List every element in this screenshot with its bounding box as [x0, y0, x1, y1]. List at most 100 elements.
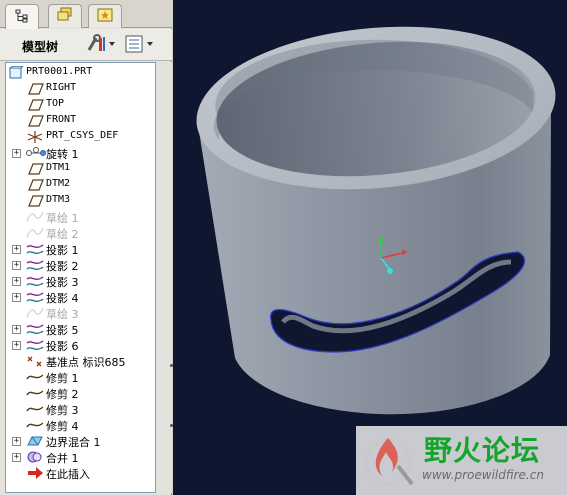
expand-icon[interactable]: + [12, 261, 21, 270]
tree-item[interactable]: + 投影 5 [6, 321, 155, 337]
tree-item[interactable]: DTM3 [6, 193, 155, 209]
tree-item[interactable]: + 投影 6 [6, 337, 155, 353]
insert-here-icon [25, 466, 47, 480]
expand-icon[interactable]: + [12, 277, 21, 286]
tree-item[interactable]: + 投影 2 [6, 257, 155, 273]
folder-browser-icon [56, 7, 74, 26]
tree-settings-button[interactable] [86, 33, 116, 57]
tree-item[interactable]: + 合并 1 [6, 449, 155, 465]
model-tree-toolbar: 模型树 [0, 29, 172, 61]
tree-item-label: 修剪 4 [46, 420, 79, 433]
navigator-tab-strip [0, 0, 172, 29]
watermark-title: 野火论坛 [424, 434, 541, 467]
tree-item[interactable]: + 投影 4 [6, 289, 155, 305]
boundary-blend-icon [25, 434, 47, 448]
tree-item-label: 修剪 3 [46, 404, 79, 417]
revolve-icon [25, 146, 47, 160]
expand-icon[interactable]: + [12, 341, 21, 350]
tree-item[interactable]: 修剪 4 [6, 417, 155, 433]
tree-root[interactable]: PRT0001.PRT [6, 65, 155, 81]
tree-item[interactable]: + 边界混合 1 [6, 433, 155, 449]
model-tree-icon [15, 9, 29, 26]
projection-icon [25, 338, 47, 352]
tree-item-label: 投影 4 [46, 292, 79, 305]
flame-logo-icon [362, 432, 418, 493]
tree-item-label: PRT_CSYS_DEF [46, 130, 119, 141]
tree-item-label: 基准点 标识685 [46, 356, 126, 369]
forum-watermark: 野火论坛 www.proewildfire.cn [356, 426, 567, 495]
tree-item-label: 投影 1 [46, 244, 79, 257]
trim-icon [25, 402, 47, 416]
model-tree-title: 模型树 [22, 40, 59, 54]
expand-icon[interactable]: + [12, 325, 21, 334]
tree-item-label: 投影 2 [46, 260, 79, 273]
sketch-icon [25, 210, 47, 224]
projection-icon [25, 274, 47, 288]
tree-item[interactable]: 修剪 2 [6, 385, 155, 401]
tree-item[interactable]: + 投影 1 [6, 241, 155, 257]
expand-icon[interactable]: + [12, 437, 21, 446]
expand-icon[interactable]: + [12, 453, 21, 462]
tree-item-label: 合并 1 [46, 452, 79, 465]
expand-icon[interactable]: + [12, 293, 21, 302]
tree-item[interactable]: DTM1 [6, 161, 155, 177]
projection-icon [25, 242, 47, 256]
tree-item[interactable]: FRONT [6, 113, 155, 129]
tab-folder-browser[interactable] [48, 4, 82, 28]
merge-icon [25, 450, 47, 464]
tree-item-label: 草绘 3 [46, 308, 79, 321]
projection-icon [25, 258, 47, 272]
tree-item-label: 修剪 1 [46, 372, 79, 385]
datum-plane-icon [25, 114, 47, 128]
trim-icon [25, 386, 47, 400]
tree-item-label: 投影 6 [46, 340, 79, 353]
tree-item[interactable]: 基准点 标识685 [6, 353, 155, 369]
tree-root-label: PRT0001.PRT [26, 66, 93, 77]
tree-item[interactable]: RIGHT [6, 81, 155, 97]
coordinate-system-icon [25, 130, 47, 144]
tree-item[interactable]: 修剪 1 [6, 369, 155, 385]
tree-item[interactable]: 在此插入 [6, 465, 155, 481]
tree-item-label: DTM1 [46, 162, 71, 173]
tree-item[interactable]: DTM2 [6, 177, 155, 193]
tree-item-label: DTM3 [46, 194, 71, 205]
tree-item[interactable]: + 旋转 1 [6, 145, 155, 161]
watermark-url: www.proewildfire.cn [422, 468, 544, 482]
tree-item-label: 修剪 2 [46, 388, 79, 401]
datum-plane-icon [25, 178, 47, 192]
trim-icon [25, 418, 47, 432]
tree-settings-icon [86, 33, 116, 57]
tree-item[interactable]: 草绘 2 [6, 225, 155, 241]
datum-plane-icon [25, 162, 47, 176]
expand-icon[interactable]: + [12, 149, 21, 158]
sketch-icon [25, 306, 47, 320]
tree-item[interactable]: 修剪 3 [6, 401, 155, 417]
tree-item[interactable]: TOP [6, 97, 155, 113]
datum-plane-icon [25, 98, 47, 112]
datum-plane-icon [25, 82, 47, 96]
tree-item-label: 投影 5 [46, 324, 79, 337]
tree-item[interactable]: PRT_CSYS_DEF [6, 129, 155, 145]
expand-icon[interactable]: + [12, 245, 21, 254]
tree-item-label: TOP [46, 98, 65, 109]
cylinder-model[interactable] [173, 0, 567, 495]
tree-item[interactable]: 草绘 3 [6, 305, 155, 321]
tree-item[interactable]: + 投影 3 [6, 273, 155, 289]
trim-icon [25, 370, 47, 384]
datum-plane-icon [25, 194, 47, 208]
tree-item-label: 草绘 1 [46, 212, 79, 225]
graphics-window[interactable] [173, 0, 567, 495]
tab-favorites[interactable] [88, 4, 122, 28]
navigator-panel: 模型树 PRT0001.PRT RIGHT TOP FRONT PRT_CSYS_DE… [0, 0, 173, 495]
tree-item-label: FRONT [46, 114, 77, 125]
tree-item-label: DTM2 [46, 178, 71, 189]
tree-item-label: RIGHT [46, 82, 77, 93]
tree-show-button[interactable] [124, 35, 156, 55]
panel-splitter[interactable] [158, 62, 173, 493]
sketch-icon [25, 226, 47, 240]
tree-item-label: 在此插入 [46, 468, 90, 481]
tab-model-tree[interactable] [5, 4, 39, 29]
tree-show-icon [124, 34, 156, 57]
model-tree[interactable]: PRT0001.PRT RIGHT TOP FRONT PRT_CSYS_DEF + 旋转… [5, 62, 156, 493]
tree-item[interactable]: 草绘 1 [6, 209, 155, 225]
